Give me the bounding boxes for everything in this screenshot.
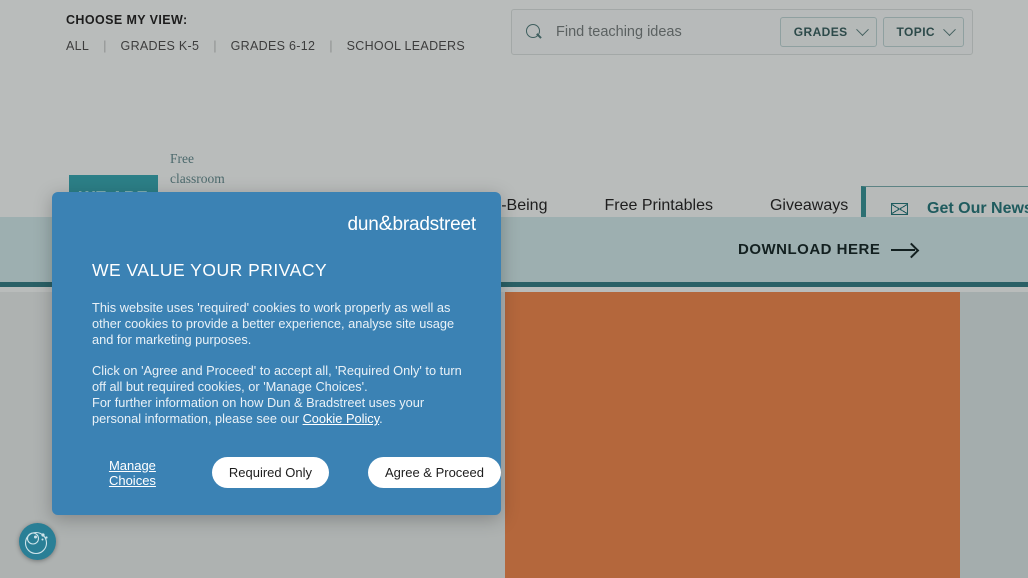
view-link-grades-612[interactable]: GRADES 6-12 bbox=[231, 39, 316, 53]
dun-bradstreet-logo: dun&bradstreet bbox=[347, 212, 477, 236]
consent-paragraph-1: This website uses 'required' cookies to … bbox=[92, 300, 455, 348]
view-link-all[interactable]: ALL bbox=[66, 39, 89, 53]
modal-body: This website uses 'required' cookies to … bbox=[92, 300, 462, 427]
logo-text-prefix: dun bbox=[347, 214, 379, 235]
cookie-icon bbox=[24, 531, 48, 555]
required-only-button[interactable]: Required Only bbox=[211, 457, 329, 488]
view-link-grades-k5[interactable]: GRADES K-5 bbox=[121, 39, 200, 53]
nav-item-giveaways[interactable]: Giveaways bbox=[770, 197, 848, 215]
hero-orange-panel bbox=[505, 292, 960, 578]
arrow-right-icon bbox=[891, 244, 917, 255]
search-bar: GRADES TOPIC bbox=[511, 9, 973, 55]
logo-ampersand: & bbox=[378, 212, 393, 235]
view-separator: | bbox=[213, 38, 217, 53]
nav-item-free-printables[interactable]: Free Printables bbox=[604, 197, 713, 215]
chevron-down-icon bbox=[855, 22, 869, 36]
cookie-policy-link[interactable]: Cookie Policy bbox=[303, 411, 380, 426]
envelope-icon bbox=[891, 202, 908, 215]
logo-text-suffix: bradstreet bbox=[392, 214, 476, 235]
download-here-label: DOWNLOAD HERE bbox=[738, 241, 881, 258]
grades-dropdown[interactable]: GRADES bbox=[779, 17, 877, 47]
choose-my-view-label: CHOOSE MY VIEW: bbox=[66, 13, 188, 27]
hero-right-panel bbox=[960, 292, 1028, 578]
consent-paragraph-2-end: . bbox=[379, 411, 383, 427]
grades-dropdown-label: GRADES bbox=[793, 25, 848, 39]
chevron-down-icon bbox=[943, 22, 956, 36]
download-here-link[interactable]: DOWNLOAD HERE bbox=[738, 241, 917, 258]
newsletter-button-label: Get Our Newsletter bbox=[927, 199, 1028, 217]
topic-dropdown-label: TOPIC bbox=[896, 25, 935, 39]
search-icon bbox=[526, 23, 543, 41]
view-link-school-leaders[interactable]: SCHOOL LEADERS bbox=[347, 39, 465, 53]
privacy-consent-modal: dun&bradstreet WE VALUE YOUR PRIVACY Thi… bbox=[52, 192, 501, 515]
choose-my-view: CHOOSE MY VIEW: ALL | GRADES K-5 | GRADE… bbox=[66, 13, 465, 53]
modal-title: WE VALUE YOUR PRIVACY bbox=[92, 260, 328, 280]
view-separator: | bbox=[329, 38, 333, 53]
cookie-settings-widget[interactable] bbox=[19, 523, 56, 560]
utility-bar: CHOOSE MY VIEW: ALL | GRADES K-5 | GRADE… bbox=[0, 0, 1028, 64]
view-separator: | bbox=[103, 38, 107, 53]
modal-actions: Manage Choices Required Only Agree & Pro… bbox=[92, 457, 501, 488]
manage-choices-button[interactable]: Manage Choices bbox=[92, 458, 173, 488]
page-root: CHOOSE MY VIEW: ALL | GRADES K-5 | GRADE… bbox=[0, 0, 1028, 578]
topic-dropdown[interactable]: TOPIC bbox=[882, 17, 964, 47]
view-links: ALL | GRADES K-5 | GRADES 6-12 | SCHOOL … bbox=[66, 38, 465, 53]
search-input[interactable] bbox=[556, 24, 774, 40]
agree-proceed-button[interactable]: Agree & Proceed bbox=[367, 457, 501, 488]
consent-paragraph-2-part1: Click on 'Agree and Proceed' to accept a… bbox=[92, 362, 462, 394]
consent-paragraph-2: Click on 'Agree and Proceed' to accept a… bbox=[92, 363, 462, 428]
